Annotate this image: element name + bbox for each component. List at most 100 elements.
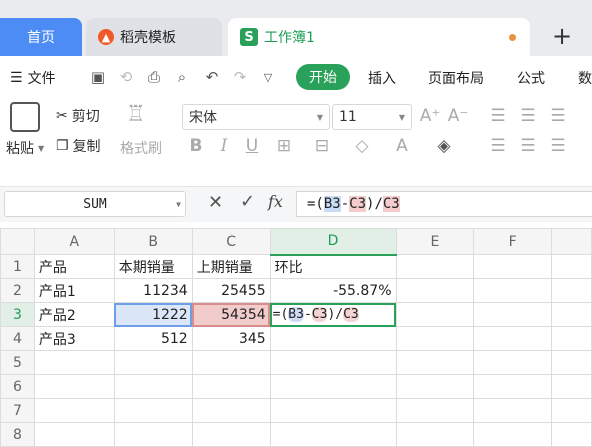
paste-clipboard-icon[interactable] <box>10 102 40 132</box>
row-header[interactable]: 7 <box>0 398 35 423</box>
cell[interactable] <box>395 326 475 351</box>
cell[interactable] <box>473 278 553 303</box>
column-header-c[interactable]: C <box>191 228 271 255</box>
cell[interactable] <box>473 326 553 351</box>
cell-d4[interactable] <box>269 326 397 351</box>
row-header[interactable]: 2 <box>0 278 35 303</box>
align-left-icon[interactable]: ☰ <box>486 134 510 158</box>
cell-a3[interactable]: 产品2 <box>33 302 115 327</box>
copy-button[interactable]: ❐ 复制 <box>56 136 101 156</box>
cell[interactable] <box>473 302 553 327</box>
cell[interactable] <box>33 398 115 423</box>
cell[interactable] <box>395 398 475 423</box>
cell[interactable] <box>551 422 592 447</box>
undo-icon[interactable]: ↶ <box>202 66 222 88</box>
column-header-b[interactable]: B <box>113 228 193 255</box>
cell-a4[interactable]: 产品3 <box>33 326 115 351</box>
font-color-icon[interactable]: A <box>390 134 414 158</box>
cell[interactable] <box>113 398 193 423</box>
cell[interactable] <box>191 422 271 447</box>
align-middle-icon[interactable]: ☰ <box>516 104 540 128</box>
cell-b4[interactable]: 512 <box>113 326 193 351</box>
cell[interactable] <box>473 374 553 399</box>
export-icon[interactable]: ⟲ <box>116 66 136 88</box>
cell-d2[interactable]: -55.87% <box>269 278 397 303</box>
format-painter-button[interactable]: 格式刷 <box>120 138 162 158</box>
tab-data[interactable]: 数 <box>578 66 592 90</box>
clear-format-icon[interactable]: ◈ <box>432 134 456 158</box>
tab-template[interactable]: ▲ 稻壳模板 <box>86 18 222 56</box>
cell[interactable] <box>395 374 475 399</box>
tab-page-layout[interactable]: 页面布局 <box>428 66 484 90</box>
cell-c4[interactable]: 345 <box>191 326 271 351</box>
cell[interactable] <box>191 374 271 399</box>
cell-b1[interactable]: 本期销量 <box>113 254 193 279</box>
cell[interactable] <box>473 422 553 447</box>
italic-icon[interactable]: I <box>212 134 236 158</box>
cell[interactable] <box>269 374 397 399</box>
cell-c1[interactable]: 上期销量 <box>191 254 271 279</box>
cell[interactable] <box>473 254 553 279</box>
spreadsheet-grid[interactable]: A B C D E F 1 产品 本期销量 上期销量 环比 2 产品1 1123… <box>0 228 592 447</box>
cell[interactable] <box>191 350 271 375</box>
cell[interactable] <box>395 278 475 303</box>
row-header[interactable]: 3 <box>0 302 35 327</box>
cell[interactable] <box>269 422 397 447</box>
cell[interactable] <box>551 326 592 351</box>
cell[interactable] <box>551 278 592 303</box>
name-box[interactable]: SUM ▼ <box>4 191 186 217</box>
row-header[interactable]: 8 <box>0 422 35 447</box>
cell[interactable] <box>269 350 397 375</box>
font-name-select[interactable]: 宋体 ▼ <box>182 104 330 130</box>
insert-function-button[interactable]: fx <box>268 192 283 211</box>
row-header[interactable]: 1 <box>0 254 35 279</box>
cell[interactable] <box>33 350 115 375</box>
cell[interactable] <box>269 398 397 423</box>
cell[interactable] <box>395 422 475 447</box>
align-right-icon[interactable]: ☰ <box>546 134 570 158</box>
cell[interactable] <box>113 422 193 447</box>
formula-input[interactable]: =(B3- C3)/C3 <box>296 191 592 217</box>
cell[interactable] <box>33 374 115 399</box>
cell[interactable] <box>113 350 193 375</box>
font-size-select[interactable]: 11 ▼ <box>332 104 412 130</box>
cell[interactable] <box>113 374 193 399</box>
column-header-a[interactable]: A <box>33 228 115 255</box>
tab-start[interactable]: 开始 <box>296 64 350 90</box>
column-header-d[interactable]: D <box>269 228 397 256</box>
row-header[interactable]: 6 <box>0 374 35 399</box>
format-painter-icon[interactable]: ♖ <box>126 102 146 127</box>
increase-font-icon[interactable]: A⁺ <box>418 104 442 128</box>
file-menu[interactable]: ☰ 文件 <box>10 66 56 90</box>
row-header[interactable]: 4 <box>0 326 35 351</box>
border-icon[interactable]: ⊞ <box>272 134 296 158</box>
cell-b2[interactable]: 11234 <box>113 278 193 303</box>
cell[interactable] <box>551 254 592 279</box>
column-header-f[interactable]: F <box>473 228 553 255</box>
save-icon[interactable]: ▣ <box>88 66 108 88</box>
redo-icon[interactable]: ↷ <box>230 66 250 88</box>
cancel-icon[interactable]: ✕ <box>208 192 223 213</box>
tab-home[interactable]: 首页 <box>0 18 82 56</box>
cell-d3-editing[interactable]: =(B3-C3)/C3 <box>269 302 397 327</box>
column-header-g[interactable] <box>551 228 592 255</box>
align-bottom-icon[interactable]: ☰ <box>546 104 570 128</box>
tab-formula[interactable]: 公式 <box>517 66 545 90</box>
tab-insert[interactable]: 插入 <box>368 66 396 90</box>
tab-workbook[interactable]: S 工作簿1 <box>228 18 530 56</box>
cell[interactable] <box>191 398 271 423</box>
cell-a1[interactable]: 产品 <box>33 254 115 279</box>
cell[interactable] <box>33 422 115 447</box>
column-header-e[interactable]: E <box>395 228 475 255</box>
add-tab-button[interactable]: + <box>548 22 576 50</box>
cell-c2[interactable]: 25455 <box>191 278 271 303</box>
cell[interactable] <box>395 302 475 327</box>
cell[interactable] <box>395 350 475 375</box>
cut-button[interactable]: ✂ 剪切 <box>56 106 100 126</box>
cell[interactable] <box>551 302 592 327</box>
print-preview-icon[interactable]: ⌕ <box>172 66 192 88</box>
cell-b3[interactable]: 1222 <box>113 302 193 327</box>
paste-button[interactable]: 粘贴 ▼ <box>6 138 44 158</box>
fill-color-icon[interactable]: ◇ <box>350 134 374 158</box>
cell-d1[interactable]: 环比 <box>269 254 397 279</box>
